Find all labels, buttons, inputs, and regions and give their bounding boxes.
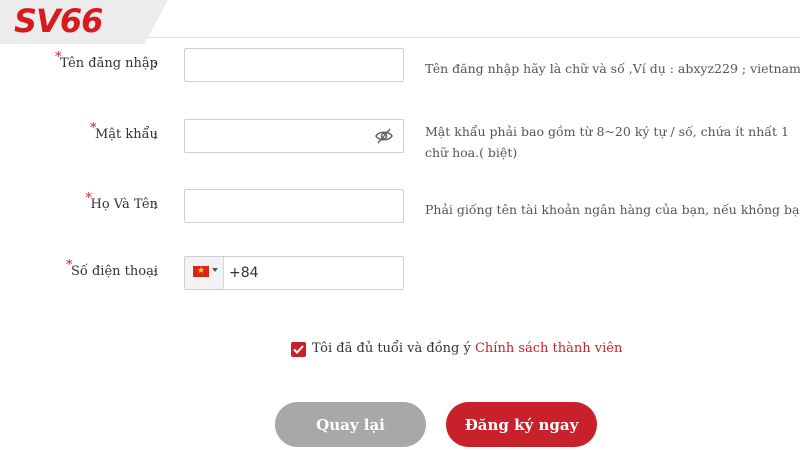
member-policy-link[interactable]: Chính sách thành viên <box>475 341 622 356</box>
username-row: * Tên đăng nhập : Tên đăng nhập hãy là c… <box>0 48 800 84</box>
required-asterisk: * <box>85 191 93 206</box>
agree-checkbox[interactable] <box>291 342 306 357</box>
label-colon: : <box>153 128 158 143</box>
username-label: * Tên đăng nhập <box>55 50 158 71</box>
phone-input[interactable]: ★ +84 <box>184 256 404 290</box>
password-input[interactable] <box>184 119 404 153</box>
header-divider <box>145 37 800 38</box>
label-colon: : <box>153 265 158 280</box>
fullname-input[interactable] <box>184 189 404 223</box>
password-row: * Mật khẩu : Mật khẩu phải bao gồm từ 8~… <box>0 119 800 160</box>
phone-label: * Số điện thoại <box>65 258 158 279</box>
country-code: +84 <box>229 265 259 281</box>
register-button[interactable]: Đăng ký ngay <box>446 402 597 447</box>
required-asterisk: * <box>55 50 62 65</box>
chevron-down-icon <box>212 268 218 272</box>
required-asterisk: * <box>65 258 73 273</box>
country-selector[interactable]: ★ <box>185 257 224 289</box>
username-hint: Tên đăng nhập hãy là chữ và số ,Ví dụ : … <box>425 61 800 76</box>
password-label: * Mật khẩu <box>89 121 158 142</box>
agreement-text: Tôi đã đủ tuổi và đồng ý Chính sách thàn… <box>312 341 623 356</box>
phone-row: * Số điện thoại : ★ +84 <box>0 256 800 292</box>
eye-off-icon[interactable] <box>375 128 393 148</box>
fullname-hint: Phải giống tên tài khoản ngân hàng của b… <box>425 202 800 217</box>
required-asterisk: * <box>89 121 97 136</box>
fullname-label: * Họ Và Tên <box>85 191 158 212</box>
back-button[interactable]: Quay lại <box>275 402 426 447</box>
logo-area: SV66 <box>0 0 168 44</box>
fullname-row: * Họ Và Tên : Phải giống tên tài khoản n… <box>0 189 800 225</box>
password-hint: Mật khẩu phải bao gồm từ 8~20 ký tự / số… <box>425 124 789 160</box>
vietnam-flag-icon: ★ <box>193 266 209 277</box>
brand-logo[interactable]: SV66 <box>14 2 103 40</box>
username-input[interactable] <box>184 48 404 82</box>
label-colon: : <box>153 198 158 213</box>
label-colon: : <box>153 57 158 72</box>
checkmark-icon <box>293 345 304 354</box>
